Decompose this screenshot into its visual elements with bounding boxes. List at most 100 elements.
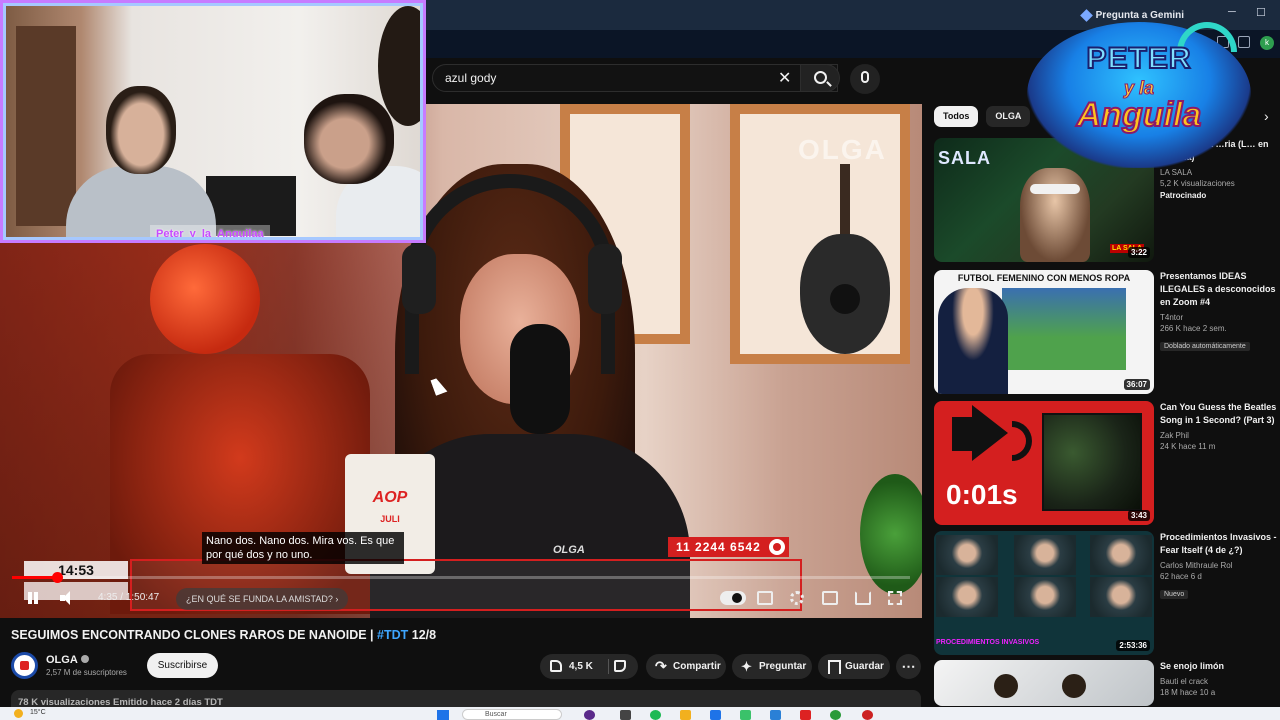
- windows-taskbar: [0, 707, 1280, 720]
- phone-badge: 11 2244 6542: [668, 537, 789, 557]
- app-icon[interactable]: [710, 710, 721, 720]
- share-button[interactable]: Compartir: [646, 654, 726, 679]
- app-icon[interactable]: [620, 710, 631, 720]
- related-meta: 266 K hace 2 sem.: [1160, 324, 1227, 333]
- channel-avatar[interactable]: [11, 652, 38, 679]
- like-icon[interactable]: [550, 660, 562, 672]
- search-input[interactable]: [445, 71, 765, 85]
- related-title[interactable]: Procedimientos Invasivos - Fear Itself (…: [1160, 531, 1280, 557]
- player-controls: 4:35 / 1:50:47 ¿EN QUÉ SE FUNDA LA AMIST…: [0, 586, 922, 612]
- pause-icon[interactable]: [26, 591, 40, 605]
- related-channel[interactable]: Zak Phil: [1160, 430, 1280, 441]
- video-thumbnail[interactable]: [934, 660, 1154, 706]
- caption-text: Nano dos. Nano dos. Mira vos. Es que por…: [202, 532, 404, 564]
- video-call-tile: [1014, 535, 1076, 575]
- related-title[interactable]: Se enojo limón: [1160, 660, 1280, 673]
- phone-number: 11 2244 6542: [676, 540, 761, 554]
- thumbnail-eye: [994, 674, 1018, 698]
- app-icon[interactable]: [800, 710, 811, 720]
- save-button[interactable]: Guardar: [818, 654, 890, 679]
- clear-search-icon[interactable]: ✕: [778, 68, 791, 88]
- related-channel[interactable]: T4ntor: [1160, 312, 1280, 323]
- cast-icon[interactable]: [855, 591, 871, 605]
- video-info: Procedimientos Invasivos - Fear Itself (…: [1160, 531, 1280, 601]
- search-button[interactable]: [800, 64, 840, 92]
- subscribe-button[interactable]: Suscribirse: [147, 653, 218, 678]
- chip-olga[interactable]: OLGA: [986, 106, 1031, 127]
- related-channel[interactable]: Bauti el crack: [1160, 676, 1280, 687]
- video-thumbnail[interactable]: 0:01s 3:43: [934, 401, 1154, 525]
- video-info: Presentamos IDEAS ILEGALES a desconocido…: [1160, 270, 1280, 353]
- album-cover: [1042, 413, 1142, 511]
- related-video[interactable]: PROCEDIMIENTOS INVASIVOS 2:53:36 Procedi…: [934, 531, 1277, 655]
- gemini-icon: [1079, 8, 1093, 22]
- app-icon[interactable]: [584, 710, 595, 720]
- video-thumbnail[interactable]: PROCEDIMIENTOS INVASIVOS 2:53:36: [934, 531, 1154, 655]
- file-explorer-icon[interactable]: [680, 710, 691, 720]
- thumbnail-tag: PROCEDIMIENTOS INVASIVOS: [936, 639, 1040, 646]
- video-info: Can You Guess the Beatles Song in 1 Seco…: [1160, 401, 1280, 453]
- voice-search-button[interactable]: [850, 64, 880, 94]
- related-video[interactable]: 0:01s 3:43 Can You Guess the Beatles Son…: [934, 401, 1276, 525]
- channel-name-text[interactable]: OLGA: [46, 654, 78, 666]
- weather-temperature[interactable]: 15°C: [30, 709, 46, 716]
- related-channel[interactable]: Carlos Mithraule Rol: [1160, 560, 1280, 571]
- search-icon: [814, 71, 827, 84]
- taskbar-search[interactable]: Buscar: [462, 709, 562, 720]
- app-icon[interactable]: [862, 710, 873, 720]
- thumbnail-glasses: [1030, 184, 1080, 194]
- duration-badge: 3:43: [1127, 510, 1150, 521]
- volume-icon[interactable]: [60, 591, 76, 605]
- guest-head: [304, 94, 394, 184]
- logo-line-3: Anguila: [1076, 95, 1203, 135]
- title-suffix: 12/8: [408, 628, 437, 642]
- settings-gear-icon[interactable]: [790, 591, 804, 605]
- sponsored-label: Patrocinado: [1160, 191, 1207, 200]
- chrome-icon[interactable]: [830, 710, 841, 720]
- theater-mode-icon[interactable]: [822, 591, 838, 605]
- gemini-label: Pregunta a Gemini: [1095, 9, 1184, 21]
- video-thumbnail[interactable]: FUTBOL FEMENINO CON MENOS ROPA 36:07: [934, 270, 1154, 394]
- spotify-icon[interactable]: [650, 710, 661, 720]
- windows-start-icon[interactable]: [437, 710, 449, 720]
- related-channel[interactable]: LA SALA: [1160, 167, 1280, 178]
- related-title[interactable]: Can You Guess the Beatles Song in 1 Seco…: [1160, 401, 1280, 427]
- duration-badge: 3:22: [1127, 247, 1150, 258]
- microphone-brand: OLGA: [553, 544, 585, 556]
- filter-chips: Todos OLGA: [934, 106, 1031, 127]
- subscriber-count: 2,57 M de suscriptores: [46, 668, 127, 677]
- video-call-tile: [1090, 577, 1152, 617]
- minimize-button[interactable]: ─: [1228, 6, 1236, 18]
- title-text: SEGUIMOS ENCONTRANDO CLONES RAROS DE NAN…: [11, 628, 378, 642]
- thumbnail-eye: [1062, 674, 1086, 698]
- chip-all[interactable]: Todos: [934, 106, 979, 127]
- dislike-icon[interactable]: [614, 660, 626, 672]
- profile-avatar[interactable]: k: [1260, 36, 1274, 50]
- weather-icon[interactable]: [14, 709, 23, 718]
- related-meta: 18 M hace 10 a: [1160, 688, 1216, 697]
- related-meta: 24 K hace 11 m: [1160, 442, 1216, 451]
- more-actions-button[interactable]: ⋯: [896, 654, 921, 679]
- whatsapp-icon[interactable]: [740, 710, 751, 720]
- captions-icon[interactable]: [757, 591, 773, 605]
- video-call-tile: [1014, 577, 1076, 617]
- time-display: 4:35 / 1:50:47: [98, 592, 160, 603]
- related-video[interactable]: FUTBOL FEMENINO CON MENOS ROPA 36:07 Pre…: [934, 270, 1276, 394]
- headphone-ear: [588, 244, 622, 314]
- app-icon[interactable]: [770, 710, 781, 720]
- duration-badge: 36:07: [1123, 379, 1150, 390]
- related-video[interactable]: Se enojo limón Bauti el crack 18 M hace …: [934, 660, 1274, 706]
- ask-button[interactable]: Preguntar: [732, 654, 812, 679]
- chapter-button[interactable]: ¿EN QUÉ SE FUNDA LA AMISTAD? ›: [176, 588, 349, 610]
- chevron-right-icon[interactable]: ›: [1264, 108, 1269, 124]
- new-badge: Nuevo: [1160, 590, 1189, 599]
- like-count[interactable]: 4,5 K: [569, 654, 593, 679]
- related-title[interactable]: Presentamos IDEAS ILEGALES a desconocido…: [1160, 270, 1280, 309]
- progress-bar[interactable]: [12, 572, 910, 583]
- channel-name[interactable]: OLGA: [46, 654, 89, 666]
- title-hashtag[interactable]: #TDT: [377, 628, 408, 642]
- autoplay-toggle[interactable]: [720, 591, 746, 605]
- related-meta: 62 hace 6 d: [1160, 572, 1202, 581]
- fullscreen-icon[interactable]: [888, 591, 902, 605]
- maximize-button[interactable]: ☐: [1256, 6, 1266, 19]
